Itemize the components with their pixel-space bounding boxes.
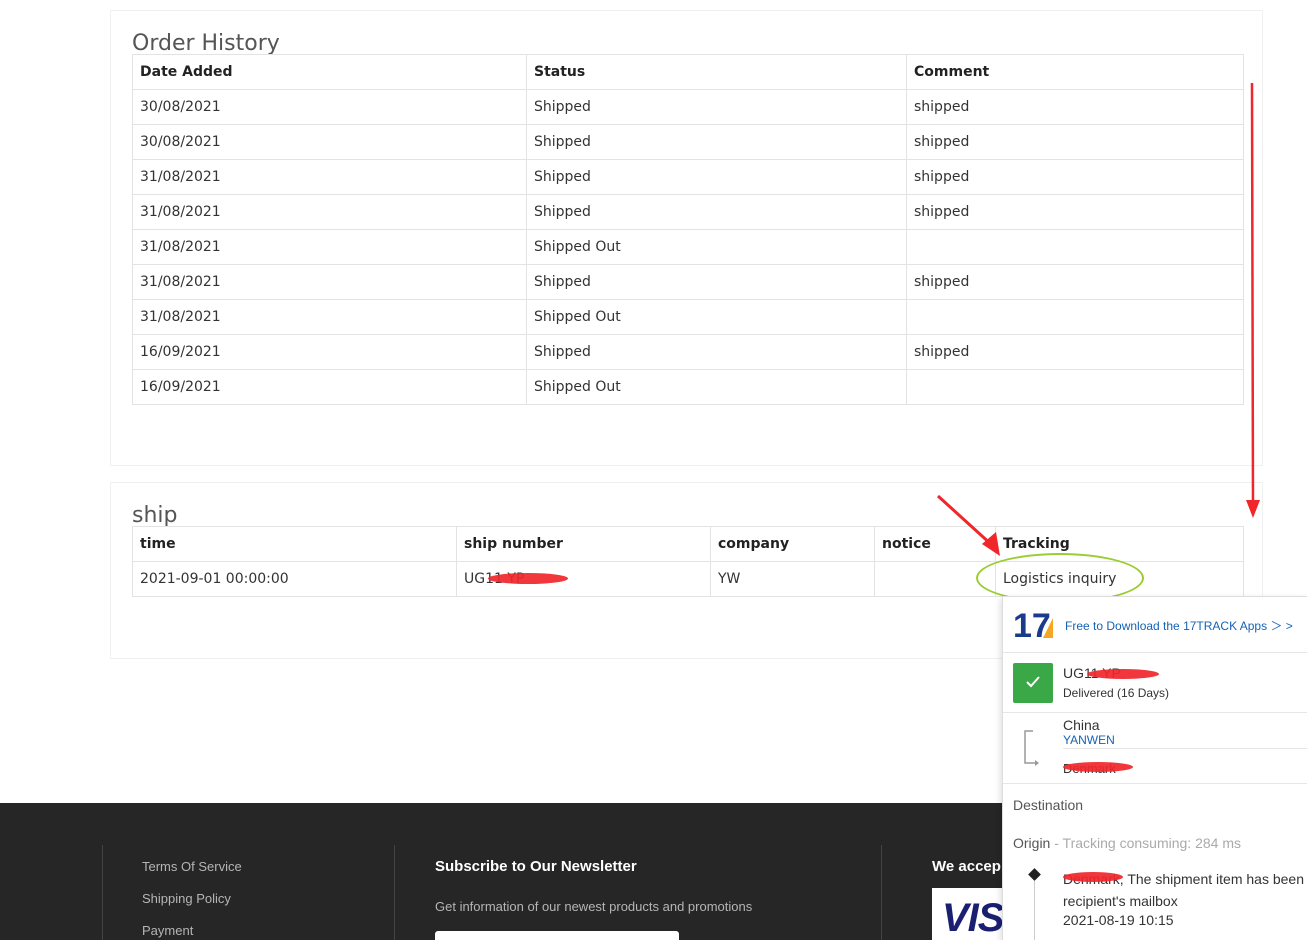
date-cell: 30/08/2021: [132, 124, 527, 160]
date-cell: 30/08/2021: [132, 89, 527, 125]
table-row: 16/09/2021 Shipped shipped: [132, 334, 1244, 370]
date-cell: 31/08/2021: [132, 229, 527, 265]
delivery-status-text: Delivered (16 Days): [1063, 686, 1170, 700]
tracking-event-time: 2021-08-19 10:15: [1063, 912, 1174, 928]
divider: [1003, 712, 1307, 713]
comment-cell: shipped: [906, 159, 1244, 195]
visa-logo-text: VIS: [942, 896, 1004, 940]
table-row: 31/08/2021 Shipped Out: [132, 229, 1244, 265]
company-cell: YW: [710, 561, 875, 597]
table-header-row: Date Added Status Comment: [132, 54, 1244, 90]
column-header-company: company: [710, 526, 875, 562]
column-header-notice: notice: [874, 526, 996, 562]
date-cell: 16/09/2021: [132, 369, 527, 405]
comment-cell: shipped: [906, 264, 1244, 300]
terms-of-service-link[interactable]: Terms Of Service: [142, 859, 242, 891]
origin-label-text: Origin: [1013, 835, 1051, 851]
table-row: 31/08/2021 Shipped shipped: [132, 159, 1244, 195]
footer-links: Terms Of Service Shipping Policy Payment: [142, 859, 242, 940]
status-cell: Shipped: [526, 264, 907, 300]
table-row: 31/08/2021 Shipped shipped: [132, 264, 1244, 300]
17track-logo-icon: 17: [1013, 608, 1053, 640]
shipping-policy-link[interactable]: Shipping Policy: [142, 891, 242, 923]
status-cell: Shipped: [526, 159, 907, 195]
event-marker-icon: [1028, 868, 1041, 881]
route-bracket-icon: [1024, 730, 1039, 766]
carrier-link[interactable]: YANWEN: [1063, 733, 1115, 747]
footer-divider: [102, 845, 103, 940]
delivered-status-badge: [1013, 663, 1053, 703]
status-cell: Shipped Out: [526, 299, 907, 335]
order-history-title: Order History: [132, 31, 280, 56]
destination-section-label[interactable]: Destination: [1013, 797, 1083, 813]
comment-cell: [906, 369, 1244, 405]
comment-cell: shipped: [906, 334, 1244, 370]
we-accept-heading: We accep: [932, 858, 1001, 875]
status-cell: Shipped: [526, 124, 907, 160]
comment-cell: shipped: [906, 89, 1244, 125]
divider: [1003, 783, 1307, 784]
table-row: 30/08/2021 Shipped shipped: [132, 124, 1244, 160]
table-row: 31/08/2021 Shipped Out: [132, 299, 1244, 335]
order-history-panel: Order History Date Added Status Comment …: [110, 10, 1263, 466]
comment-cell: [906, 229, 1244, 265]
download-apps-link[interactable]: Free to Download the 17TRACK Apps ＞ >: [1065, 617, 1293, 634]
comment-cell: shipped: [906, 194, 1244, 230]
status-cell: Shipped: [526, 194, 907, 230]
divider: [1063, 748, 1307, 749]
footer-divider: [394, 845, 395, 940]
column-header-ship-number: ship number: [456, 526, 711, 562]
status-cell: Shipped Out: [526, 369, 907, 405]
newsletter-heading: Subscribe to Our Newsletter: [435, 858, 637, 875]
check-icon: [1026, 676, 1040, 688]
table-row: 31/08/2021 Shipped shipped: [132, 194, 1244, 230]
date-cell: 31/08/2021: [132, 159, 527, 195]
comment-cell: shipped: [906, 124, 1244, 160]
date-cell: 31/08/2021: [132, 194, 527, 230]
order-history-table: Date Added Status Comment 30/08/2021 Ship…: [132, 54, 1244, 405]
date-cell: 16/09/2021: [132, 334, 527, 370]
ship-title: ship: [132, 503, 178, 528]
redaction-scribble: [1087, 669, 1159, 679]
column-header-status: Status: [526, 54, 907, 90]
status-cell: Shipped Out: [526, 229, 907, 265]
comment-cell: [906, 299, 1244, 335]
column-header-date-added: Date Added: [132, 54, 527, 90]
redaction-scribble: [488, 573, 568, 584]
date-cell: 31/08/2021: [132, 264, 527, 300]
tracking-popup: 17 Free to Download the 17TRACK Apps ＞ >…: [1002, 596, 1307, 940]
divider: [1003, 652, 1307, 653]
newsletter-email-input[interactable]: [435, 931, 679, 940]
origin-country: China: [1063, 717, 1100, 733]
newsletter-text: Get information of our newest products a…: [435, 899, 753, 914]
payment-link[interactable]: Payment: [142, 923, 242, 940]
ship-time-cell: 2021-09-01 00:00:00: [132, 561, 457, 597]
column-header-time: time: [132, 526, 457, 562]
origin-section-label[interactable]: Origin - Tracking consuming: 284 ms: [1013, 835, 1241, 851]
status-cell: Shipped: [526, 89, 907, 125]
visa-logo: VIS: [932, 888, 1012, 940]
status-cell: Shipped: [526, 334, 907, 370]
table-row: 16/09/2021 Shipped Out: [132, 369, 1244, 405]
column-header-comment: Comment: [906, 54, 1244, 90]
redaction-scribble: [1063, 872, 1123, 882]
timeline-line: [1034, 881, 1035, 940]
redaction-scribble: [1063, 762, 1133, 772]
table-row: 30/08/2021 Shipped shipped: [132, 89, 1244, 125]
tracking-consuming-text: - Tracking consuming: 284 ms: [1050, 835, 1241, 851]
date-cell: 31/08/2021: [132, 299, 527, 335]
footer-divider: [881, 845, 882, 940]
